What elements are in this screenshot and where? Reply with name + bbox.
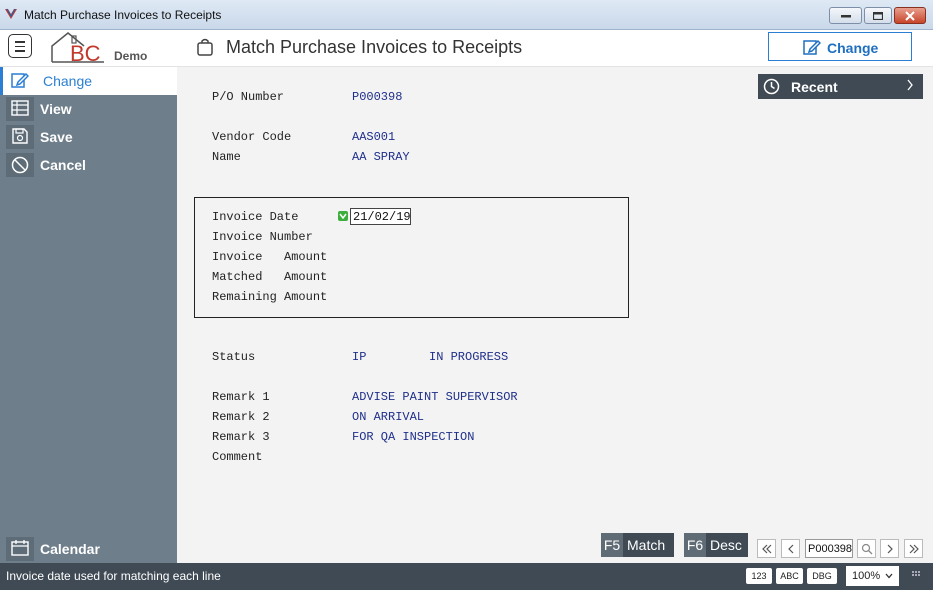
edit-icon-wrap bbox=[6, 69, 34, 93]
double-chevron-right-icon bbox=[909, 544, 919, 554]
close-button[interactable] bbox=[894, 7, 926, 24]
f6-action-label: Desc bbox=[710, 537, 742, 553]
bag-icon bbox=[197, 38, 213, 56]
status-bar: Invoice date used for matching each line… bbox=[0, 563, 933, 590]
maximize-button[interactable] bbox=[864, 7, 892, 24]
po-number-value: P000398 bbox=[352, 90, 403, 104]
remark1-value: ADVISE PAINT SUPERVISOR bbox=[352, 390, 518, 404]
table-icon bbox=[11, 100, 29, 116]
remark2-value: ON ARRIVAL bbox=[352, 410, 425, 424]
menu-line-icon bbox=[15, 41, 25, 43]
remark3-value: FOR QA INSPECTION bbox=[352, 430, 475, 444]
status-label: Status bbox=[212, 350, 256, 364]
vendor-code-value: AAS001 bbox=[352, 130, 396, 144]
app-header: BC Demo Match Purchase Invoices to Recei… bbox=[0, 30, 933, 67]
zoom-select[interactable]: 100% bbox=[846, 566, 899, 586]
previous-record-button[interactable] bbox=[781, 539, 800, 558]
chevron-right-icon bbox=[887, 544, 893, 554]
resize-grip-icon[interactable] bbox=[912, 571, 920, 579]
hamburger-menu-button[interactable] bbox=[8, 34, 32, 58]
change-button[interactable]: Change bbox=[768, 32, 912, 61]
menu-line-icon bbox=[15, 50, 25, 52]
sidebar-item-save[interactable]: Save bbox=[0, 123, 177, 151]
chevron-down-icon bbox=[339, 213, 347, 219]
invoice-amount-label: Invoice Amount bbox=[212, 250, 328, 264]
sidebar-item-label: Calendar bbox=[40, 541, 100, 557]
search-record-button[interactable] bbox=[857, 539, 876, 558]
chevron-down-icon bbox=[885, 573, 893, 579]
sidebar: Change View Save Cancel Calendar bbox=[0, 67, 177, 563]
main-panel: P/O Number P000398 Vendor Code AAS001 Na… bbox=[177, 67, 933, 563]
numeric-mode-chip[interactable]: 123 bbox=[746, 568, 772, 584]
po-number-label: P/O Number bbox=[212, 90, 285, 104]
sidebar-item-label: Save bbox=[40, 129, 73, 145]
status-message: Invoice date used for matching each line bbox=[6, 569, 221, 583]
invoice-date-label: Invoice Date bbox=[212, 210, 299, 224]
sidebar-item-label: Change bbox=[43, 73, 93, 89]
debug-mode-chip[interactable]: DBG bbox=[807, 568, 837, 584]
comment-label: Comment bbox=[212, 450, 263, 464]
zoom-value: 100% bbox=[852, 570, 881, 582]
sidebar-item-view[interactable]: View bbox=[0, 95, 177, 123]
maximize-icon bbox=[873, 11, 883, 20]
change-button-label: Change bbox=[827, 40, 879, 56]
first-record-button[interactable] bbox=[757, 539, 776, 558]
status-code: IP bbox=[352, 350, 367, 364]
alpha-mode-chip[interactable]: ABC bbox=[776, 568, 803, 584]
double-chevron-left-icon bbox=[762, 544, 772, 554]
floppy-icon-wrap bbox=[6, 125, 34, 149]
chevron-right-icon bbox=[907, 79, 913, 91]
remark1-label: Remark 1 bbox=[212, 390, 270, 404]
sidebar-item-calendar[interactable]: Calendar bbox=[0, 535, 177, 563]
recent-panel-button[interactable]: Recent bbox=[758, 74, 923, 99]
cancel-icon-wrap bbox=[6, 153, 34, 177]
app-icon bbox=[5, 8, 17, 19]
logo-subtitle: Demo bbox=[114, 49, 148, 63]
search-icon bbox=[861, 543, 873, 555]
dropdown-indicator-icon[interactable] bbox=[338, 211, 348, 221]
remark2-label: Remark 2 bbox=[212, 410, 270, 424]
close-icon bbox=[905, 10, 915, 21]
calendar-icon-wrap bbox=[6, 537, 34, 561]
page-title: Match Purchase Invoices to Receipts bbox=[226, 37, 523, 57]
f5-key-label: F5 bbox=[601, 533, 623, 557]
f5-action-label: Match bbox=[627, 537, 666, 553]
f6-desc-button[interactable]: F6 Desc bbox=[684, 533, 748, 557]
window-title: Match Purchase Invoices to Receipts bbox=[24, 8, 222, 22]
last-record-button[interactable] bbox=[904, 539, 923, 558]
name-value: AA SPRAY bbox=[352, 150, 410, 164]
clock-icon bbox=[763, 78, 780, 95]
menu-line-icon bbox=[15, 45, 25, 47]
sidebar-item-cancel[interactable]: Cancel bbox=[0, 151, 177, 179]
table-icon-wrap bbox=[6, 97, 34, 121]
record-number-input[interactable]: P000398 bbox=[805, 539, 853, 558]
invoice-number-label: Invoice Number bbox=[212, 230, 313, 244]
remark3-label: Remark 3 bbox=[212, 430, 270, 444]
next-record-button[interactable] bbox=[880, 539, 899, 558]
logo-text: BC bbox=[70, 41, 101, 64]
company-logo: BC bbox=[51, 32, 104, 64]
status-description: IN PROGRESS bbox=[429, 350, 509, 364]
matched-amount-label: Matched Amount bbox=[212, 270, 328, 284]
recent-label: Recent bbox=[791, 79, 838, 95]
floppy-icon bbox=[12, 128, 28, 144]
sidebar-item-change[interactable]: Change bbox=[0, 67, 177, 95]
minimize-button[interactable] bbox=[829, 7, 862, 24]
edit-icon bbox=[803, 39, 821, 55]
window-titlebar: Match Purchase Invoices to Receipts bbox=[0, 0, 933, 30]
cancel-icon bbox=[11, 156, 29, 174]
chevron-left-icon bbox=[788, 544, 794, 554]
edit-icon bbox=[11, 72, 29, 88]
invoice-date-input[interactable]: 21/02/19 bbox=[350, 208, 411, 225]
sidebar-item-label: Cancel bbox=[40, 157, 86, 173]
name-label: Name bbox=[212, 150, 241, 164]
f5-match-button[interactable]: F5 Match bbox=[601, 533, 674, 557]
remaining-amount-label: Remaining Amount bbox=[212, 290, 328, 304]
sidebar-item-label: View bbox=[40, 101, 72, 117]
vendor-code-label: Vendor Code bbox=[212, 130, 292, 144]
minimize-icon bbox=[840, 14, 851, 17]
calendar-icon bbox=[11, 540, 29, 556]
f6-key-label: F6 bbox=[684, 533, 706, 557]
